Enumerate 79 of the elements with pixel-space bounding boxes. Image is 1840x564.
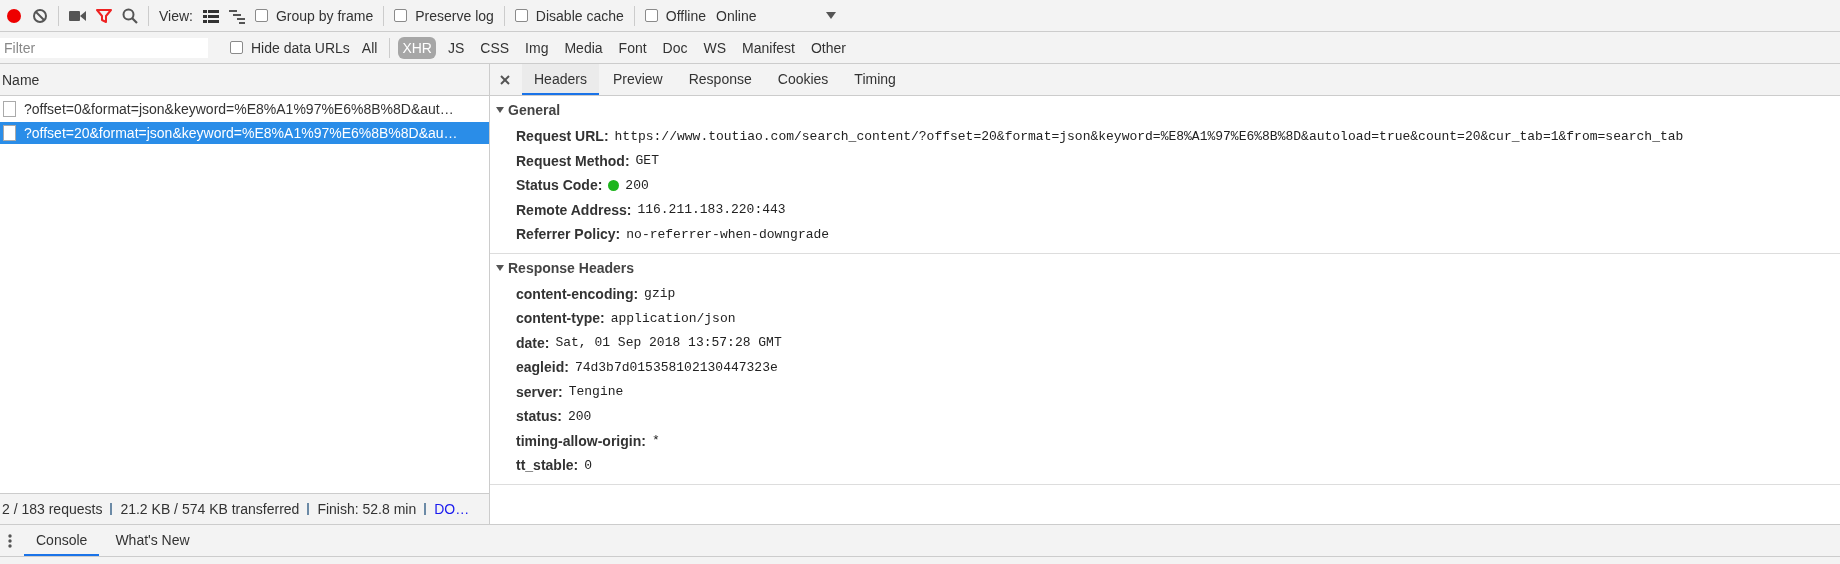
header-name: content-encoding: [516, 285, 639, 302]
type-filter-button[interactable]: Other [807, 36, 850, 59]
column-header[interactable]: Name [2, 71, 40, 88]
type-filter-button[interactable]: All [357, 36, 382, 59]
filter-icon[interactable] [96, 7, 112, 24]
checkbox-label[interactable]: Disable cache [535, 7, 624, 24]
header-name: eagleid: [516, 359, 569, 376]
details-tab[interactable]: Preview [600, 64, 675, 95]
type-filter-button[interactable]: JS [443, 36, 469, 59]
checkbox[interactable] [230, 41, 243, 54]
header-name: server: [516, 383, 563, 400]
checkbox-label[interactable]: Group by frame [276, 7, 374, 24]
type-filter-button[interactable]: Manifest [738, 36, 799, 59]
header-value: 116.211.183.220:443 [637, 202, 786, 218]
header-value: 74d3b7d015358102130447323e [574, 359, 778, 375]
header-name: Remote Address: [516, 201, 632, 218]
filter-input[interactable]: Filter [0, 37, 208, 58]
waterfall-view-icon[interactable] [229, 7, 245, 24]
checkbox[interactable] [644, 9, 658, 22]
document-icon [3, 101, 16, 117]
throttling-select[interactable]: Online [716, 7, 757, 24]
type-filter-button[interactable]: CSS [476, 36, 514, 59]
status-dot-icon [608, 179, 620, 191]
details-tab[interactable]: Headers [522, 64, 599, 95]
type-filter-button[interactable]: WS [699, 36, 731, 59]
header-value: 200 [567, 408, 592, 424]
disclosure-triangle-icon[interactable] [496, 106, 504, 114]
header-value: * [651, 433, 660, 449]
type-filter-button[interactable]: Font [614, 36, 651, 59]
header-value: 0 [584, 457, 593, 473]
search-icon[interactable] [122, 7, 138, 24]
header-value: GET [635, 153, 659, 169]
checkbox[interactable] [394, 9, 408, 22]
type-filter-button[interactable]: Img [521, 36, 553, 59]
header-name: status: [516, 408, 562, 425]
section-title[interactable]: General [508, 102, 561, 118]
drawer-tab[interactable]: Console [24, 525, 100, 556]
checkbox[interactable] [514, 9, 528, 22]
clear-icon[interactable] [32, 7, 48, 24]
document-icon [3, 125, 16, 141]
type-filter-button[interactable]: Doc [658, 36, 692, 59]
header-value: no-referrer-when-downgrade [626, 226, 830, 242]
view-label: View: [159, 7, 193, 24]
status-link[interactable]: DO… [434, 501, 470, 517]
close-icon[interactable] [500, 74, 510, 85]
details-tab[interactable]: Timing [842, 64, 908, 95]
header-value: 200 [625, 177, 649, 193]
header-value: Tengine [568, 384, 624, 400]
header-name: timing-allow-origin: [516, 432, 646, 449]
dropdown-caret-icon[interactable] [826, 12, 837, 19]
header-name: Request URL: [516, 128, 609, 145]
details-tab[interactable]: Cookies [765, 64, 841, 95]
section-title[interactable]: Response Headers [508, 259, 635, 276]
status-text: 21.2 KB / 574 KB transferred [120, 501, 300, 517]
checkbox-label[interactable]: Offline [665, 7, 706, 24]
checkbox[interactable] [255, 9, 268, 22]
header-name: Status Code: [516, 177, 603, 194]
header-name: Referrer Policy: [516, 226, 621, 243]
header-name: date: [516, 334, 550, 351]
header-value: Sat, 01 Sep 2018 13:57:28 GMT [555, 335, 782, 351]
header-name: tt_stable: [516, 457, 579, 474]
status-text: Finish: 52.8 min [317, 501, 417, 517]
request-name[interactable]: ?offset=0&format=json&keyword=%E8%A1%97%E6%8B%8D&aut… [24, 101, 454, 117]
status-text: 2 / 183 requests [2, 501, 103, 517]
type-filter-button[interactable]: Media [560, 36, 607, 59]
record-button-icon[interactable] [6, 7, 22, 24]
list-view-icon[interactable] [203, 7, 219, 24]
checkbox-label[interactable]: Preserve log [415, 7, 494, 24]
header-value: gzip [644, 286, 676, 302]
disclosure-triangle-icon[interactable] [496, 263, 504, 272]
request-row[interactable]: ?offset=0&format=json&keyword=%E8%A1%97%E6%8B%8D&aut… [0, 98, 489, 120]
header-name: Request Method: [516, 152, 630, 169]
drawer-tab[interactable]: What's New [103, 525, 202, 556]
details-tab[interactable]: Response [676, 64, 764, 95]
checkbox-label[interactable]: Hide data URLs [251, 39, 350, 56]
header-value: https://www.toutiao.com/search_content/?offset=20&format=json&keyword=%E8%A1%97%E6%8B%8D&autoload=true&count=20&cur_tab=1&from=search_tab [614, 128, 1684, 144]
header-value: application/json [610, 310, 736, 326]
header-name: content-type: [516, 310, 605, 327]
more-options-icon[interactable] [8, 532, 12, 549]
